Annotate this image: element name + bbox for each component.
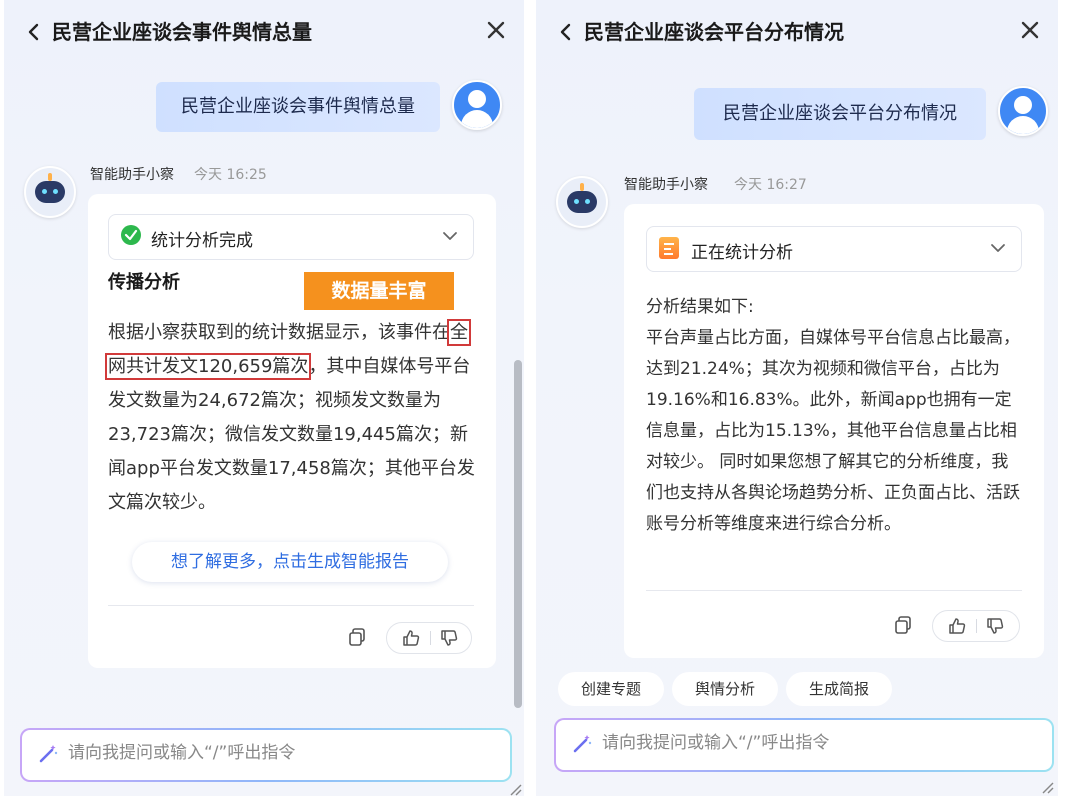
status-label: 统计分析完成 [151, 231, 253, 251]
thumbs-up-icon[interactable] [947, 616, 967, 636]
bot-name: 智能助手小察 [90, 167, 174, 183]
chat-input[interactable]: 请向我提问或输入“/”呼出指令 [20, 728, 512, 782]
page-title: 民营企业座谈会平台分布情况 [584, 20, 844, 44]
input-placeholder: 请向我提问或输入“/”呼出指令 [68, 743, 296, 763]
magic-wand-icon [39, 745, 58, 763]
chat-panel-left: 民营企业座谈会事件舆情总量 民营企业座谈会事件舆情总量 智能助手小察 今天 16… [4, 0, 524, 796]
panel-header: 民营企业座谈会事件舆情总量 [4, 0, 524, 64]
generate-report-button[interactable]: 想了解更多，点击生成智能报告 [132, 542, 448, 582]
chat-panel-right: 民营企业座谈会平台分布情况 民营企业座谈会平台分布情况 智能助手小察 今天 16… [536, 0, 1058, 796]
chat-input[interactable]: 请向我提问或输入“/”呼出指令 [554, 718, 1054, 772]
panel-header: 民营企业座谈会平台分布情况 [536, 0, 1058, 64]
bot-message-card: 正在统计分析 分析结果如下: 平台声量占比方面，自媒体号平台信息占比最高，达到2… [624, 204, 1044, 658]
close-icon [1021, 21, 1039, 39]
user-avatar [998, 86, 1048, 136]
check-circle-icon [121, 225, 141, 245]
quick-action-chip[interactable]: 创建专题 [558, 672, 664, 706]
bot-name: 智能助手小察 [624, 177, 708, 193]
analysis-body: 分析结果如下: 平台声量占比方面，自媒体号平台信息占比最高，达到21.24%；其… [646, 297, 1020, 534]
annotation-tag: 数据量丰富 [304, 272, 454, 310]
thumbs-up-icon[interactable] [401, 628, 421, 648]
bot-avatar [24, 166, 76, 218]
chevron-down-icon [443, 232, 457, 240]
chevron-left-icon [560, 23, 571, 41]
thumbs-down-icon[interactable] [985, 616, 1005, 636]
analysis-status-dropdown[interactable]: 统计分析完成 [108, 214, 474, 260]
page-title: 民营企业座谈会事件舆情总量 [52, 20, 312, 44]
chevron-down-icon [991, 244, 1005, 252]
divider [108, 605, 474, 606]
message-time: 今天 16:25 [194, 167, 267, 183]
back-button[interactable] [20, 18, 48, 46]
quick-action-chip[interactable]: 生成简报 [786, 672, 892, 706]
divider [646, 590, 1022, 591]
resize-handle-icon[interactable] [1040, 780, 1054, 794]
analysis-status-dropdown[interactable]: 正在统计分析 [646, 226, 1022, 272]
scrollbar[interactable] [514, 360, 522, 708]
user-message-bubble: 民营企业座谈会事件舆情总量 [156, 82, 440, 132]
user-avatar [452, 80, 502, 130]
user-message-bubble: 民营企业座谈会平台分布情况 [694, 88, 986, 140]
resize-handle-icon[interactable] [508, 782, 522, 796]
feedback-group [932, 610, 1020, 642]
chevron-left-icon [28, 23, 39, 41]
bot-message-card: 统计分析完成 传播分析 数据量丰富 根据小察获取到的统计数据显示，该事件在全网共… [88, 194, 496, 668]
feedback-group [386, 622, 472, 654]
magic-wand-icon [573, 735, 592, 753]
close-icon [487, 21, 505, 39]
analysis-body: 根据小察获取到的统计数据显示，该事件在全网共计发文120,659篇次，其中自媒体… [105, 319, 475, 513]
quick-action-chip[interactable]: 舆情分析 [672, 672, 778, 706]
section-title: 传播分析 [108, 272, 180, 293]
copy-icon[interactable] [346, 626, 368, 648]
close-button[interactable] [482, 16, 510, 44]
input-placeholder: 请向我提问或输入“/”呼出指令 [602, 733, 830, 753]
bot-avatar [556, 176, 608, 228]
copy-icon[interactable] [892, 614, 914, 636]
status-label: 正在统计分析 [691, 243, 793, 263]
thumbs-down-icon[interactable] [439, 628, 459, 648]
message-time: 今天 16:27 [734, 177, 807, 193]
back-button[interactable] [552, 18, 580, 46]
document-icon [659, 237, 679, 259]
close-button[interactable] [1016, 16, 1044, 44]
